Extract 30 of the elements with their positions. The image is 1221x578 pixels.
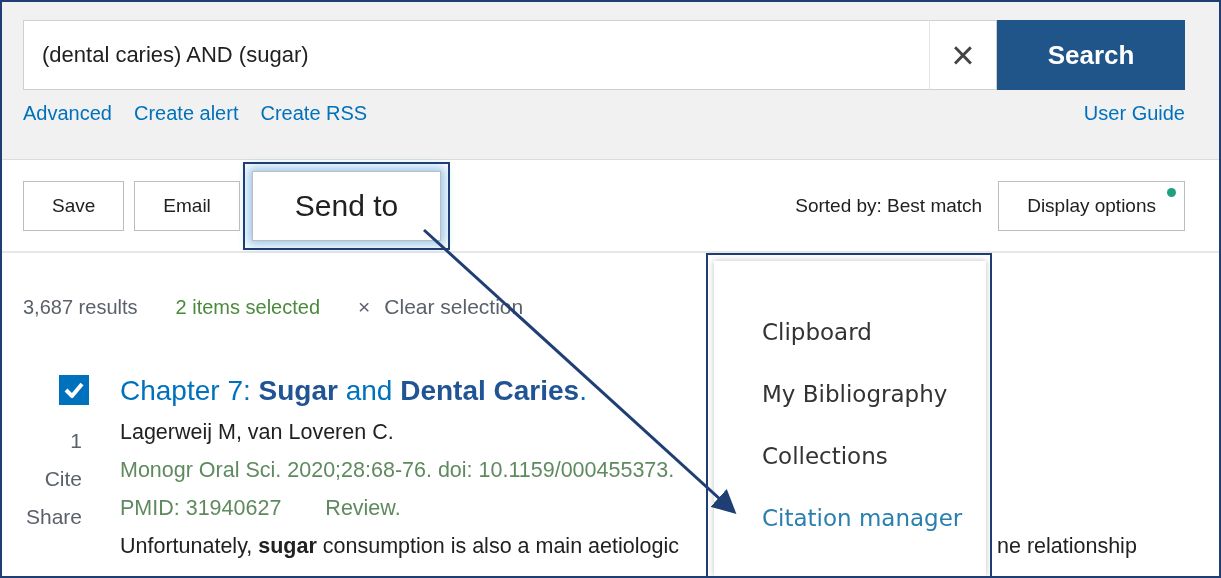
menu-item[interactable]: Citation manager (762, 505, 986, 531)
menu-item[interactable]: Clipboard (762, 319, 986, 345)
share-link[interactable]: Share (25, 505, 82, 529)
pmid: PMID: 31940627 (120, 496, 282, 521)
menu-item[interactable]: My Bibliography (762, 381, 986, 407)
toolbar-link[interactable]: Advanced (23, 102, 112, 125)
user-guide-link[interactable]: User Guide (1083, 102, 1185, 125)
selection-count: 2 items selected (175, 295, 321, 319)
action-button[interactable]: Save (23, 180, 125, 231)
checkbox[interactable] (59, 375, 89, 405)
sort-label: Sorted by: Best match (795, 194, 983, 217)
close-icon[interactable]: × (358, 295, 371, 319)
result-number: 1 (70, 429, 82, 453)
result-title-link[interactable]: Chapter 7: Sugar and Dental Caries. (120, 375, 587, 407)
cite-link[interactable]: Cite (44, 467, 82, 491)
abstract-snippet: ne relationship (997, 534, 1137, 559)
publication-type: Review. (325, 496, 401, 521)
authors: Lagerweij M, van Loveren C. (120, 420, 394, 445)
toolbar-link[interactable]: Create RSS (260, 102, 368, 125)
citation: Monogr Oral Sci. 2020;28:68-76. doi: 10.1159/000455373. (120, 458, 675, 483)
action-button[interactable]: Email (134, 180, 240, 231)
search-button[interactable]: Search (997, 20, 1185, 90)
menu-item[interactable]: Collections (762, 443, 986, 469)
toolbar-link[interactable]: Create alert (133, 102, 239, 125)
search-field[interactable]: (dental caries) AND (sugar) (23, 20, 929, 90)
abstract-snippet: Unfortunately, sugar consumption is also a main aetiologic (120, 534, 679, 558)
clear-search-button[interactable]: × (929, 20, 997, 90)
results-count: 3,687 results (23, 295, 138, 319)
display-options-button[interactable]: Display options (998, 180, 1185, 231)
check-icon (64, 382, 84, 398)
